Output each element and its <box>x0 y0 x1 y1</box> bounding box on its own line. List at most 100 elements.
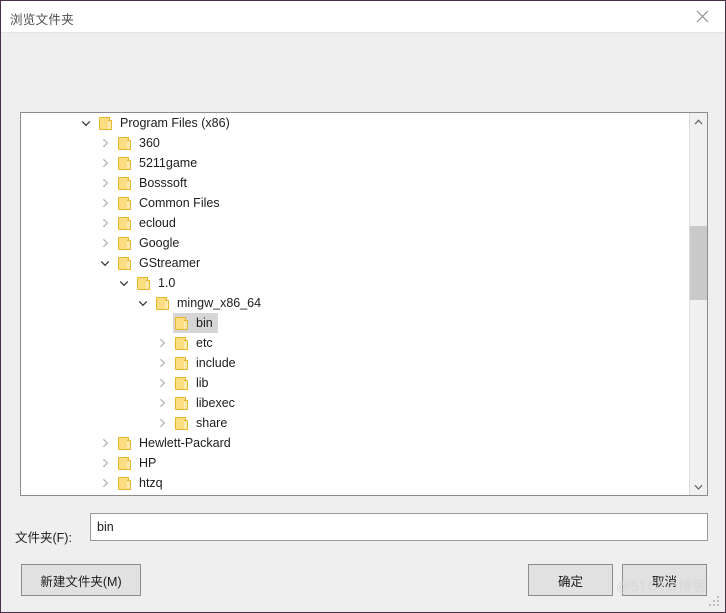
tree-expand-chevron-right-icon[interactable] <box>154 373 170 393</box>
tree-item[interactable]: Common Files <box>21 193 689 213</box>
tree-item[interactable]: mingw_x86_64 <box>21 293 689 313</box>
tree-item-body[interactable]: Bosssoft <box>116 173 192 193</box>
tree-item-body[interactable]: 1.0 <box>135 273 180 293</box>
tree-item[interactable]: 360 <box>21 133 689 153</box>
tree-vertical-scrollbar[interactable] <box>689 113 707 495</box>
tree-item-body[interactable]: 5211game <box>116 153 202 173</box>
tree-item-body[interactable]: ecloud <box>116 213 181 233</box>
tree-item[interactable]: 5211game <box>21 153 689 173</box>
tree-expand-chevron-right-icon[interactable] <box>97 473 113 493</box>
tree-expand-chevron-right-icon[interactable] <box>97 233 113 253</box>
tree-item-body[interactable]: Program Files (x86) <box>97 113 235 133</box>
folder-tree[interactable]: Program Files (x86) 360 5211game Bosssoft Co… <box>21 113 689 495</box>
tree-item-body[interactable]: HP <box>116 453 161 473</box>
tree-item[interactable]: bin <box>21 313 689 333</box>
tree-item[interactable]: Google <box>21 233 689 253</box>
folder-icon <box>118 476 132 491</box>
tree-item-label: HP <box>139 456 157 470</box>
tree-expand-chevron-right-icon[interactable] <box>97 173 113 193</box>
tree-expand-chevron-right-icon[interactable] <box>154 413 170 433</box>
folder-icon <box>118 436 132 451</box>
cancel-button[interactable]: 取消 <box>622 564 707 596</box>
tree-expand-chevron-right-icon[interactable] <box>154 353 170 373</box>
folder-icon <box>175 356 189 371</box>
tree-item-body[interactable]: GStreamer <box>116 253 205 273</box>
tree-expand-chevron-down-icon[interactable] <box>116 273 132 293</box>
tree-expand-chevron-right-icon[interactable] <box>97 133 113 153</box>
folder-icon <box>175 316 189 331</box>
tree-item[interactable]: etc <box>21 333 689 353</box>
tree-expand-chevron-right-icon[interactable] <box>154 333 170 353</box>
tree-item[interactable]: libexec <box>21 393 689 413</box>
folder-icon <box>118 256 132 271</box>
tree-item[interactable]: GStreamer <box>21 253 689 273</box>
folder-icon <box>118 156 132 171</box>
tree-expand-chevron-down-icon[interactable] <box>97 253 113 273</box>
scroll-up-button[interactable] <box>690 113 707 130</box>
tree-item-body[interactable]: include <box>173 353 241 373</box>
tree-item[interactable]: lib <box>21 373 689 393</box>
grip-dot <box>713 604 715 606</box>
tree-expand-chevron-right-icon[interactable] <box>97 213 113 233</box>
tree-expand-chevron-right-icon[interactable] <box>97 453 113 473</box>
folder-name-input[interactable] <box>90 513 708 541</box>
tree-item-label: mingw_x86_64 <box>177 296 262 310</box>
grip-dot <box>709 604 711 606</box>
tree-expand-chevron-right-icon[interactable] <box>154 393 170 413</box>
browse-folder-dialog: 浏览文件夹 Program Files (x86) 360 5211game Boss… <box>0 0 726 613</box>
tree-item-body[interactable]: share <box>173 413 232 433</box>
tree-item-body[interactable]: libexec <box>173 393 240 413</box>
tree-item-body[interactable]: htzq <box>116 473 168 493</box>
resize-grip[interactable] <box>709 596 722 609</box>
tree-item-body[interactable]: lib <box>173 373 214 393</box>
new-folder-button[interactable]: 新建文件夹(M) <box>21 564 141 596</box>
tree-item[interactable]: Hewlett-Packard <box>21 433 689 453</box>
tree-item[interactable]: htzq <box>21 473 689 493</box>
tree-item[interactable]: ecloud <box>21 213 689 233</box>
folder-icon <box>118 196 132 211</box>
close-button[interactable] <box>679 1 725 32</box>
tree-item-body[interactable]: Hewlett-Packard <box>116 433 236 453</box>
folder-icon <box>175 376 189 391</box>
tree-item[interactable]: share <box>21 413 689 433</box>
tree-item[interactable]: include <box>21 353 689 373</box>
folder-icon <box>156 296 170 311</box>
tree-item[interactable]: Bosssoft <box>21 173 689 193</box>
folder-icon <box>118 176 132 191</box>
folder-icon <box>175 336 189 351</box>
grip-dot <box>717 604 719 606</box>
ok-button[interactable]: 确定 <box>528 564 613 596</box>
tree-item[interactable]: HP <box>21 453 689 473</box>
tree-item-body[interactable]: Common Files <box>116 193 225 213</box>
tree-expand-chevron-right-icon[interactable] <box>97 433 113 453</box>
tree-expand-chevron-down-icon[interactable] <box>135 293 151 313</box>
tree-item-label: bin <box>196 316 213 330</box>
close-icon <box>696 10 709 23</box>
folder-icon <box>118 216 132 231</box>
tree-item-selected[interactable]: bin <box>173 313 218 333</box>
scrollbar-thumb[interactable] <box>690 226 707 300</box>
tree-item[interactable]: Program Files (x86) <box>21 113 689 133</box>
tree-item-label: Google <box>139 236 180 250</box>
tree-item-label: Bosssoft <box>139 176 187 190</box>
tree-item-label: include <box>196 356 236 370</box>
tree-item-label: Common Files <box>139 196 220 210</box>
chevron-up-icon <box>694 118 703 125</box>
tree-expand-chevron-right-icon[interactable] <box>97 153 113 173</box>
grip-dot <box>717 596 719 598</box>
tree-item-label: libexec <box>196 396 235 410</box>
scroll-down-button[interactable] <box>690 478 707 495</box>
tree-item-body[interactable]: etc <box>173 333 218 353</box>
tree-item-label: etc <box>196 336 213 350</box>
tree-item-body[interactable]: mingw_x86_64 <box>154 293 266 313</box>
tree-item[interactable]: 1.0 <box>21 273 689 293</box>
tree-item-body[interactable]: Google <box>116 233 184 253</box>
tree-expand-chevron-down-icon[interactable] <box>78 113 94 133</box>
window-title: 浏览文件夹 <box>10 13 75 27</box>
tree-expand-chevron-right-icon[interactable] <box>97 193 113 213</box>
folder-icon <box>118 456 132 471</box>
tree-item-label: 5211game <box>139 156 198 170</box>
tree-item-label: htzq <box>139 476 163 490</box>
tree-item-label: Hewlett-Packard <box>139 436 231 450</box>
tree-item-body[interactable]: 360 <box>116 133 165 153</box>
